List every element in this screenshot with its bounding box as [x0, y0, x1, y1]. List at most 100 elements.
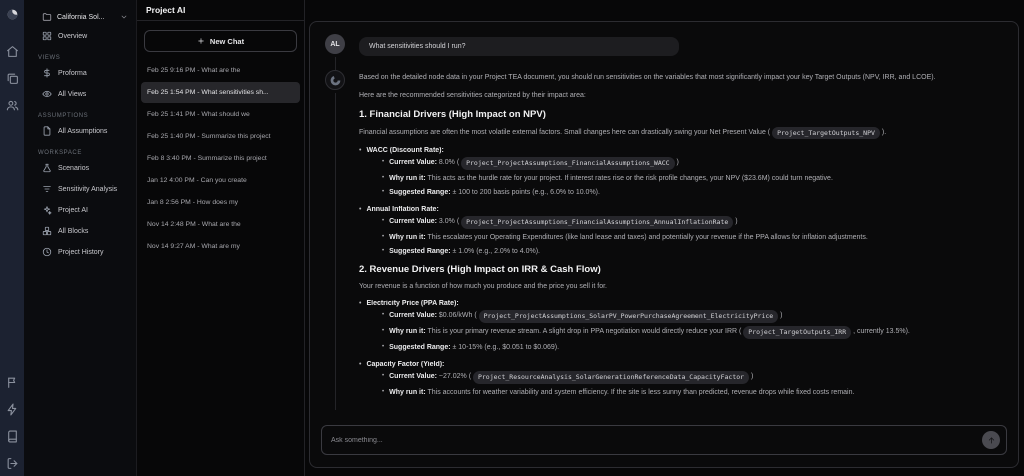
sub-bullet-item: Suggested Range: ± 10-15% (e.g., $0.051 … [382, 342, 1008, 353]
sub-bullet-item: Current Value: ~27.02% ( Project_Resourc… [382, 371, 1008, 384]
sub-bullet-list: Current Value: ~27.02% ( Project_Resourc… [359, 371, 1008, 398]
chevron-down-icon [120, 13, 128, 21]
arrow-up-icon [987, 436, 996, 445]
chat-history-list: Feb 25 9:16 PM - What are the Feb 25 1:54… [137, 58, 304, 476]
flask-icon [42, 163, 52, 173]
sub-bullet-item: Why run it: This accounts for weather va… [382, 387, 1008, 398]
blocks-icon [42, 226, 52, 236]
sidebar-item-label: All Assumptions [58, 127, 108, 135]
assistant-message-body: Based on the detailed node data in your … [359, 70, 1008, 410]
home-icon[interactable] [6, 45, 19, 58]
bold-label: Capacity Factor (Yield): [366, 361, 445, 368]
sidebar-item-all-blocks[interactable]: All Blocks [34, 222, 130, 240]
dollar-icon [42, 68, 52, 78]
sidebar-item-all-assumptions[interactable]: All Assumptions [34, 122, 130, 140]
sidebar-item-project-ai[interactable]: Project AI [34, 201, 130, 219]
node-ref-chip[interactable]: Project_ResourceAnalysis_SolarGeneration… [472, 371, 750, 384]
bold-label: WACC (Discount Rate): [366, 147, 444, 154]
text-segment: ) [778, 312, 783, 319]
layers-icon[interactable] [6, 72, 19, 85]
node-ref-chip[interactable]: Project_ProjectAssumptions_SolarPV_Power… [478, 310, 779, 323]
section-heading: 2. Revenue Drivers (High Impact on IRR &… [359, 264, 601, 275]
logout-icon[interactable] [6, 457, 19, 470]
sub-bullet-item: Why run it: This acts as the hurdle rate… [382, 173, 1008, 184]
node-ref-chip[interactable]: Project_ProjectAssumptions_FinancialAssu… [461, 216, 734, 229]
chat-history-item[interactable]: Feb 8 3:40 PM - Summarize this project [141, 148, 300, 169]
sub-bullet-item: Why run it: This escalates your Operatin… [382, 232, 1008, 243]
text-segment: This accounts for weather variability an… [425, 389, 855, 396]
paragraph: Based on the detailed node data in your … [359, 73, 1008, 83]
bullet-item: Annual Inflation Rate: [359, 206, 1008, 213]
chat-history-item[interactable]: Jan 8 2:56 PM - How does my [141, 192, 300, 213]
bold-label: Suggested Range: [389, 189, 451, 196]
chat-history-item[interactable]: Feb 25 1:40 PM - Summarize this project [141, 126, 300, 147]
chat-history-item[interactable]: Feb 25 1:54 PM - What sensitivities sh..… [141, 82, 300, 103]
sub-bullet-item: Suggested Range: ± 100 to 200 basis poin… [382, 187, 1008, 198]
text-segment: ) [674, 159, 679, 166]
paragraph: Here are the recommended sensitivities c… [359, 91, 1008, 101]
sidebar-item-sensitivity-analysis[interactable]: Sensitivity Analysis [34, 180, 130, 198]
zap-icon[interactable] [6, 403, 19, 416]
bold-label: Why run it: [389, 234, 426, 241]
sidebar: California Sol... Overview VIEWS Proforma A… [24, 0, 137, 476]
bold-label: Current Value: [389, 373, 437, 380]
sidebar-item-scenarios[interactable]: Scenarios [34, 159, 130, 177]
project-name: California Sol... [57, 13, 105, 21]
bold-label: Suggested Range: [389, 248, 451, 255]
send-button[interactable] [982, 431, 1000, 449]
bold-label: Current Value: [389, 312, 437, 319]
message-input-box [321, 425, 1007, 455]
user-avatar: AL [325, 34, 345, 54]
new-chat-button[interactable]: New Chat [144, 30, 297, 52]
sub-bullet-item: Current Value: 3.0% ( Project_ProjectAss… [382, 216, 1008, 229]
chat-card: AL What sensitivities should I run? Base… [309, 21, 1019, 468]
chat-history-item[interactable]: Jan 12 4:00 PM - Can you create [141, 170, 300, 191]
book-icon[interactable] [6, 430, 19, 443]
grid-icon [42, 31, 52, 41]
bullet-item: WACC (Discount Rate): [359, 147, 1008, 154]
bold-label: Annual Inflation Rate: [366, 206, 439, 213]
user-message-body: What sensitivities should I run? [359, 34, 1008, 70]
node-ref-chip[interactable]: Project_TargetOutputs_NPV [772, 127, 880, 139]
chat-history-item[interactable]: Feb 25 1:41 PM - What should we [141, 104, 300, 125]
node-ref-chip[interactable]: Project_TargetOutputs_IRR [743, 326, 852, 339]
text-segment: 3.0% ( [436, 218, 462, 225]
sidebar-item-overview[interactable]: Overview [34, 27, 130, 45]
flag-icon[interactable] [6, 376, 19, 389]
text-segment: ± 10-15% (e.g., $0.051 to $0.069). [450, 344, 560, 351]
bold-label: Suggested Range: [389, 344, 451, 351]
chat-history-item[interactable]: Nov 14 9:27 AM - What are my [141, 236, 300, 257]
text-segment: Financial assumptions are often the most… [359, 129, 773, 136]
text-segment: ~27.02% ( [436, 373, 473, 380]
chat-history-item[interactable]: Feb 25 9:16 PM - What are the [141, 60, 300, 81]
bullet-item: Capacity Factor (Yield): [359, 361, 1008, 368]
sub-bullet-item: Current Value: 8.0% ( Project_ProjectAss… [382, 157, 1008, 170]
bullet-item: Electricity Price (PPA Rate): [359, 300, 1008, 307]
sidebar-item-project-history[interactable]: Project History [34, 243, 130, 261]
user-message-bubble: What sensitivities should I run? [359, 37, 679, 56]
text-segment: ± 1.0% (e.g., 2.0% to 4.0%). [450, 248, 541, 255]
avatar-column: AL [325, 34, 345, 70]
node-ref-chip[interactable]: Project_ProjectAssumptions_FinancialAssu… [461, 157, 675, 170]
assistant-avatar [325, 70, 345, 90]
folder-icon [42, 12, 52, 22]
sidebar-item-all-views[interactable]: All Views [34, 85, 130, 103]
sub-bullet-list: Current Value: 8.0% ( Project_ProjectAss… [359, 157, 1008, 198]
sidebar-item-proforma[interactable]: Proforma [34, 64, 130, 82]
page-title: Project AI [146, 5, 186, 15]
rail-nav [6, 45, 19, 112]
project-selector[interactable]: California Sol... [34, 10, 130, 24]
bold-label: Why run it: [389, 389, 426, 396]
text-segment: 8.0% ( [436, 159, 462, 166]
message-input[interactable] [331, 436, 982, 444]
users-icon[interactable] [6, 99, 19, 112]
app-logo-icon [6, 8, 19, 21]
sub-bullet-list: Current Value: $0.06/kWh ( Project_Proje… [359, 310, 1008, 353]
sparkles-icon [42, 205, 52, 215]
text-segment: $0.06/kWh ( [436, 312, 479, 319]
text-segment: This acts as the hurdle rate for your pr… [425, 175, 833, 182]
text-segment: This is your primary revenue stream. A s… [425, 328, 744, 335]
bold-label: Why run it: [389, 175, 426, 182]
text-segment: ) [733, 218, 738, 225]
chat-history-item[interactable]: Nov 14 2:48 PM - What are the [141, 214, 300, 235]
